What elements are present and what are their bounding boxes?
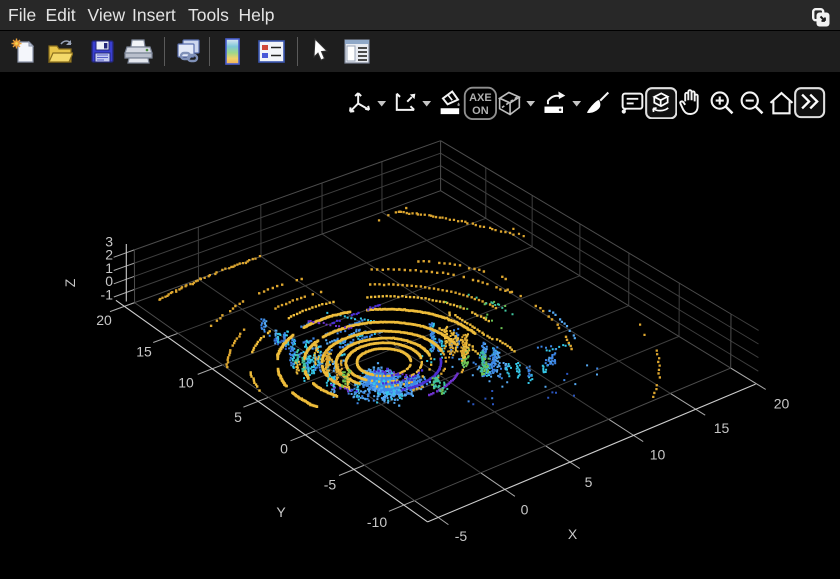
svg-text:X: X xyxy=(568,526,578,542)
svg-text:Y: Y xyxy=(276,504,286,520)
svg-text:Z: Z xyxy=(62,278,78,287)
svg-text:-10: -10 xyxy=(367,514,387,530)
svg-text:-5: -5 xyxy=(455,528,468,544)
svg-text:10: 10 xyxy=(178,375,194,391)
svg-text:-1: -1 xyxy=(101,286,114,302)
svg-text:0: 0 xyxy=(521,502,529,518)
svg-text:10: 10 xyxy=(650,447,666,463)
svg-text:5: 5 xyxy=(585,474,593,490)
svg-text:15: 15 xyxy=(136,344,152,360)
svg-text:20: 20 xyxy=(774,396,790,412)
svg-text:20: 20 xyxy=(96,312,112,328)
svg-text:15: 15 xyxy=(714,420,730,436)
svg-text:5: 5 xyxy=(234,409,242,425)
svg-text:0: 0 xyxy=(280,441,288,457)
svg-text:-5: -5 xyxy=(324,477,337,493)
